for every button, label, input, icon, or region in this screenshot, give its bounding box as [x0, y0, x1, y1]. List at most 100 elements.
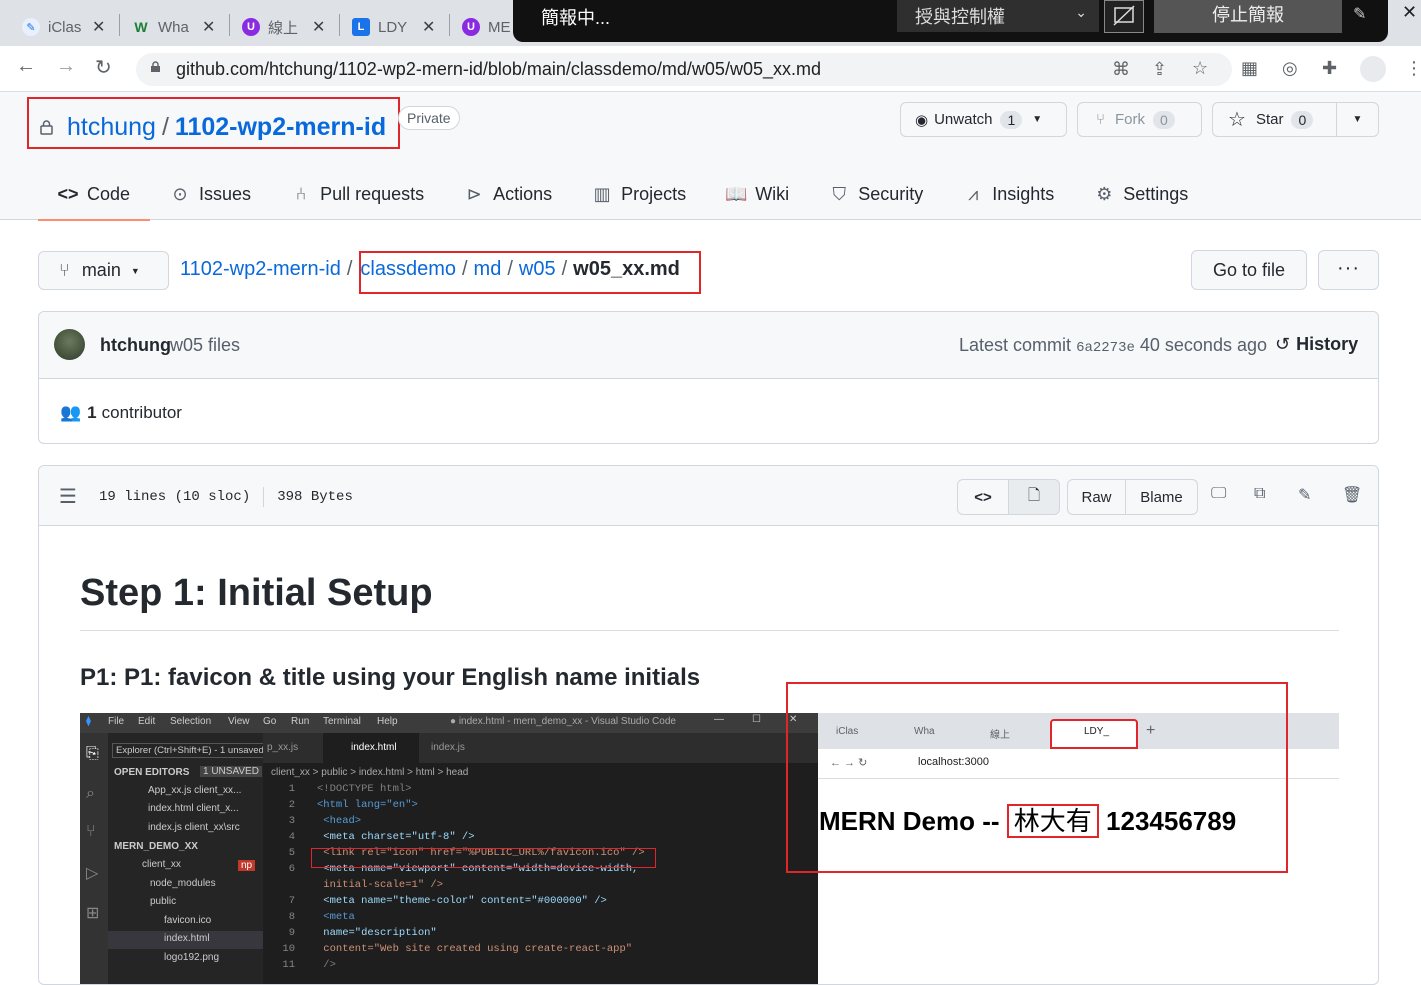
editor-tab: index.js	[431, 742, 465, 753]
screen-share-icon[interactable]	[1104, 0, 1144, 33]
tab-wiki[interactable]: 📖 Wiki	[706, 168, 809, 220]
raw-button[interactable]: Raw	[1067, 479, 1126, 515]
more-options-button[interactable]: ···	[1318, 250, 1379, 290]
tab-actions[interactable]: ⊳ Actions	[444, 168, 572, 220]
browser-tab[interactable]: ✎ iClas ✕	[0, 8, 105, 46]
vscode-titlebar: ⧫ File Edit Selection View Go Run Termin…	[80, 713, 818, 733]
tree-item: logo192.png	[164, 952, 220, 963]
blame-button[interactable]: Blame	[1125, 479, 1198, 515]
history-link[interactable]: ↺ History	[1275, 334, 1358, 355]
window-close-icon[interactable]: ✕	[1402, 2, 1417, 23]
commit-author[interactable]: htchung	[100, 335, 171, 356]
highlight-box	[786, 682, 1288, 873]
extension-icon[interactable]: ◎	[1282, 58, 1304, 80]
unwatch-button[interactable]: ◉ Unwatch 1 ▼	[900, 102, 1067, 137]
highlight-box	[311, 848, 656, 868]
lock-icon	[40, 119, 53, 135]
tab-projects[interactable]: ▥ Projects	[572, 168, 706, 220]
commit-sha[interactable]: 6a2273e	[1076, 340, 1135, 356]
stop-presenting-button[interactable]: 停止簡報	[1154, 0, 1342, 33]
grant-control-label: 授與控制權	[915, 7, 1005, 27]
translate-icon[interactable]: ⌘	[1112, 59, 1134, 81]
markdown-heading-1: Step 1: Initial Setup	[80, 572, 433, 614]
tab-settings[interactable]: ⚙ Settings	[1074, 168, 1208, 220]
rendered-view-button[interactable]: 🗋	[1008, 479, 1060, 515]
share-icon[interactable]: ⇪	[1152, 59, 1174, 81]
pencil-icon[interactable]: ✎	[1298, 485, 1320, 507]
pull-request-icon: ⑃	[295, 183, 307, 204]
commit-time: 40 seconds ago	[1139, 335, 1267, 355]
desktop-icon[interactable]: 🖵	[1211, 485, 1233, 507]
puzzle-icon[interactable]: ✚	[1322, 58, 1344, 80]
menu-item: View	[228, 716, 250, 727]
bookmark-star-icon[interactable]: ☆	[1192, 58, 1214, 80]
fork-icon: ⑂	[1096, 111, 1106, 128]
breadcrumb-root-link[interactable]: 1102-wp2-mern-id	[180, 258, 341, 281]
trash-icon[interactable]: 🗑	[1342, 485, 1364, 507]
browser-tab[interactable]: U 線上 ✕	[220, 8, 325, 46]
u-icon: U	[462, 18, 480, 36]
open-editors-header: OPEN EDITORS	[114, 767, 190, 778]
markdown-heading-2: P1: P1: favicon & title using your Engli…	[80, 664, 701, 691]
reload-icon[interactable]: ↻	[95, 55, 112, 80]
editor-tab-active: index.html	[351, 742, 397, 753]
contributor-label: contributor	[101, 403, 182, 422]
repo-owner-link[interactable]: htchung	[67, 113, 156, 142]
close-icon[interactable]: ✕	[422, 17, 435, 37]
code-view-button[interactable]: <>	[957, 479, 1009, 515]
browser-tab[interactable]: W Wha ✕	[110, 8, 215, 46]
browser-tab[interactable]: L LDY ✕	[330, 8, 435, 46]
go-to-file-button[interactable]: Go to file	[1191, 250, 1307, 290]
people-icon: 👥	[60, 403, 82, 422]
browser-tab[interactable]: U ME	[440, 8, 522, 46]
file-lines: 19 lines (10 sloc)	[99, 489, 251, 505]
tab-insights[interactable]: ⩘ Insights	[943, 168, 1074, 220]
code-line: <head>	[317, 815, 362, 827]
repo-name-link[interactable]: 1102-wp2-mern-id	[175, 113, 386, 142]
forward-icon[interactable]: →	[56, 55, 76, 78]
latest-commit-row: htchung w05 files Latest commit 6a2273e …	[39, 312, 1378, 379]
url-text: github.com/htchung/1102-wp2-mern-id/blob…	[176, 59, 821, 79]
menu-item: Run	[291, 716, 310, 727]
grant-control-dropdown[interactable]: 授與控制權 ⌄	[897, 0, 1099, 32]
extension-icon[interactable]: ▦	[1241, 58, 1263, 80]
branch-icon: ⑂	[59, 260, 70, 280]
eye-icon: ◉	[915, 111, 929, 129]
copy-icon[interactable]: ⧉	[1254, 485, 1276, 507]
pin-icon[interactable]: ✎	[1353, 4, 1366, 24]
tab-label: Pull requests	[320, 183, 425, 204]
address-bar[interactable]: github.com/htchung/1102-wp2-mern-id/blob…	[136, 53, 1232, 86]
project-header: MERN_DEMO_XX	[114, 841, 198, 852]
code-line: initial-scale=1" />	[317, 879, 444, 891]
tab-label: Settings	[1123, 183, 1189, 204]
contributor-count: 1	[87, 403, 97, 422]
back-icon[interactable]: ←	[16, 55, 36, 78]
star-dropdown-button[interactable]: ▼	[1336, 102, 1379, 137]
code-line: <meta charset="utf-8" />	[317, 831, 475, 843]
history-icon: ↺	[1275, 334, 1291, 354]
close-icon[interactable]: ✕	[312, 17, 325, 37]
close-icon[interactable]: ✕	[202, 17, 215, 37]
np-badge: np	[238, 860, 256, 871]
commit-message[interactable]: w05 files	[170, 335, 240, 356]
profile-avatar[interactable]	[1360, 56, 1386, 82]
avatar[interactable]	[54, 329, 85, 360]
outline-list-icon[interactable]: ☰	[59, 484, 77, 509]
branch-name: main	[81, 260, 121, 280]
menu-icon[interactable]: ⋮	[1405, 58, 1421, 80]
tab-pull-requests[interactable]: ⑃ Pull requests	[271, 168, 444, 220]
run-icon: ▷	[86, 865, 99, 882]
star-button[interactable]: ☆ Star 0	[1212, 102, 1337, 137]
contributors-link[interactable]: 👥 1 contributor	[60, 403, 182, 423]
tab-issues[interactable]: ⊙ Issues	[150, 168, 271, 220]
close-icon[interactable]: ✕	[92, 17, 105, 37]
gear-icon: ⚙	[1096, 183, 1113, 204]
file-icon: 🗋	[1027, 486, 1041, 504]
activity-bar: ⎘ ⌕ ⑂ ▷ ⊞	[80, 733, 108, 984]
watch-count: 1	[1000, 110, 1023, 129]
tab-security[interactable]: ⛉ Security	[809, 168, 943, 220]
star-icon: ☆	[1228, 109, 1246, 131]
fork-button[interactable]: ⑂ Fork 0	[1077, 102, 1202, 137]
branch-selector[interactable]: ⑂ main ▼	[38, 251, 169, 290]
tab-code[interactable]: <> Code	[38, 168, 151, 221]
